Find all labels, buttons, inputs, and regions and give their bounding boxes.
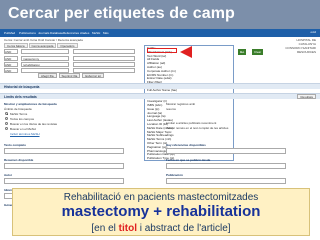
scope-option-label: MeSH Terms: [10, 112, 28, 116]
caption-query: mastectomy + rehabilitation: [61, 203, 261, 220]
caption-note-highlight: titol: [118, 223, 137, 234]
field-label-author: Autor: [4, 173, 12, 177]
nav-item-more[interactable]: Més: [103, 31, 109, 35]
limits-right-line: Mostrar registres amb: [166, 102, 196, 106]
app-header: PubMed Publicacions Journals Database Re…: [0, 29, 320, 37]
tab-advanced-search[interactable]: Cerca avançada: [28, 43, 57, 48]
search-scope-label: Ámbito de búsqueda: [4, 107, 32, 111]
field-label-publication: Publicación: [166, 173, 183, 177]
field-label-references: Hay referencias disponibles: [166, 143, 206, 147]
nav-item-journals[interactable]: Journals Database: [38, 31, 63, 35]
operator-select[interactable]: AND: [4, 49, 18, 54]
search-term-input[interactable]: [21, 49, 69, 54]
scope-option-label: Buscar en los títulos de las revistas: [10, 122, 58, 126]
highlighted-field-option: [147, 48, 177, 53]
operator-select[interactable]: AND: [4, 56, 18, 61]
tab-basic-search[interactable]: Cerca bàsica: [4, 43, 28, 48]
limits-left-title: Mostrar y ampliaciones de búsqueda: [4, 102, 57, 106]
full-text-field[interactable]: [4, 148, 124, 154]
scope-option-label: Buscar en el MeSH: [10, 127, 36, 131]
clear-button[interactable]: Clear: [252, 49, 264, 55]
app-brand: ovid: [310, 30, 316, 34]
author-field[interactable]: [4, 178, 124, 184]
query-buttons: Afegir fila Suprimir fila Esborrar tot: [38, 73, 105, 78]
search-term-input[interactable]: mastectomy: [21, 56, 69, 61]
slide-caption: Rehabilitació en pacients mastectomitzad…: [12, 188, 310, 236]
limits-right-line: Cercar només en el text complet de les a…: [166, 126, 229, 130]
red-arrow-icon: [180, 46, 192, 58]
abstract-field[interactable]: [4, 163, 124, 169]
scope-radio[interactable]: [5, 117, 8, 120]
search-info: Cerca: Cercar amb l'eina Ovid Canviar / …: [4, 38, 83, 42]
include-mesh-link[interactable]: Incluir términos MeSH: [10, 132, 40, 136]
limits-title: Límits dels resultats: [4, 95, 37, 99]
delete-row-button[interactable]: Suprimir fila: [58, 73, 81, 78]
publication-field[interactable]: [166, 178, 286, 184]
operator-select[interactable]: AND: [4, 62, 18, 67]
query-row: AND: [4, 49, 139, 55]
add-row-button[interactable]: Afegir fila: [38, 73, 57, 78]
caption-topic: Rehabilitació en pacients mastectomitzad…: [63, 192, 259, 203]
field-select[interactable]: [73, 56, 135, 61]
operator-select[interactable]: AND: [4, 68, 18, 73]
search-history-title: Historial de búsqueda: [4, 85, 40, 89]
caption-note-start: [en el: [91, 223, 119, 234]
caption-note: [en el titol i abstract de l'article]: [13, 223, 309, 234]
scope-radio[interactable]: [5, 112, 8, 115]
pub-date-field[interactable]: [166, 163, 286, 169]
scope-radio[interactable]: [5, 122, 8, 125]
go-button[interactable]: Go: [238, 49, 247, 55]
caption-note-end: i abstract de l'article]: [136, 223, 231, 234]
nav-item-cited-references[interactable]: Referències citades: [63, 31, 89, 35]
limits-right-line: Limitar a articles publicats recentment: [166, 121, 217, 125]
scope-option-label: Todos los campos: [10, 117, 35, 121]
references-field[interactable]: [166, 148, 286, 154]
limits-right-line: resums: [166, 107, 176, 111]
clear-all-button[interactable]: Esborrar tot: [82, 73, 105, 78]
field-label-full-text: Texto completo: [4, 143, 26, 147]
field-select[interactable]: [73, 49, 135, 54]
search-history-section: Historial de búsqueda: [0, 83, 320, 89]
limits-section: Límits dels resultats Resultats: [0, 93, 320, 99]
field-label-pub-date: Fecha en que se publicó desde: [166, 158, 211, 162]
search-term-input[interactable]: rehabilitation: [21, 62, 69, 67]
nav-item-pubmed[interactable]: PubMed: [4, 31, 15, 35]
nav-item-publications[interactable]: Publicacions: [19, 31, 36, 35]
field-select[interactable]: [73, 62, 135, 67]
tab-operators[interactable]: Operadors: [57, 43, 78, 48]
results-button[interactable]: Resultats: [297, 94, 316, 99]
search-tabs: Cerca bàsica Cerca avançada Operadors: [4, 43, 78, 48]
slide-title: Cercar per etiquetes de camp: [0, 0, 320, 29]
nav-item-mesh[interactable]: MeSH: [92, 31, 100, 35]
field-label-abstract: Resumen disponible: [4, 158, 34, 162]
scope-radio[interactable]: [5, 127, 8, 130]
